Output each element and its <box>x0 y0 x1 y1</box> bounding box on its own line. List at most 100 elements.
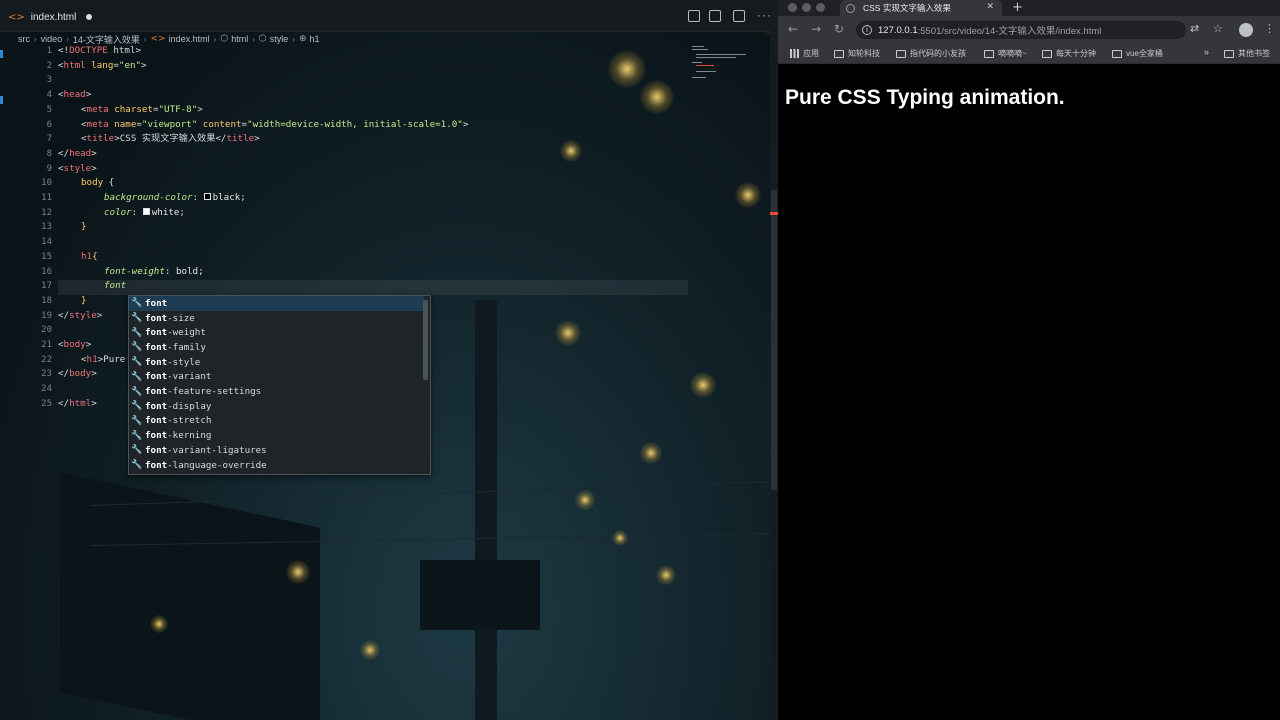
code-line: font-weight: bold; <box>104 265 204 277</box>
bookmark-folder[interactable]: 指代码的小友孩 <box>896 48 966 59</box>
property-icon: 🔧 <box>131 298 143 309</box>
line-number: 7 <box>46 134 52 145</box>
breadcrumb-item[interactable]: src <box>18 34 30 44</box>
new-tab-icon[interactable]: + <box>1012 0 1023 15</box>
scroll-marker <box>770 212 778 215</box>
scrollbar-thumb[interactable] <box>771 190 777 490</box>
info-icon[interactable]: i <box>862 25 872 35</box>
browser-titlebar: CSS 实现文字输入效果 ✕ + <box>778 0 1280 16</box>
color-swatch[interactable] <box>203 193 211 200</box>
suggestion-item[interactable]: 🔧 font -language-override <box>129 458 424 473</box>
code-line: <html lang="en"> <box>58 59 147 71</box>
property-icon: 🔧 <box>131 386 143 397</box>
url-host: 127.0.0.1 <box>878 24 918 36</box>
page-heading: Pure CSS Typing animation. <box>785 86 1065 109</box>
browser-tab[interactable]: CSS 实现文字输入效果 ✕ <box>840 0 1002 16</box>
element-icon: ⬡ <box>258 34 267 44</box>
element-icon: ⬡ <box>220 34 229 44</box>
menu-icon[interactable]: ⋮ <box>1264 22 1275 35</box>
maximize-window-icon[interactable] <box>816 3 825 12</box>
more-bookmarks-icon[interactable]: » <box>1204 47 1209 57</box>
translate-icon[interactable]: ⇄ <box>1190 22 1199 35</box>
current-line-highlight <box>58 280 688 295</box>
split-editor-icon[interactable] <box>733 10 745 22</box>
avatar[interactable] <box>1239 23 1253 37</box>
url-path: :5501/src/video/14-文字输入效果/index.html <box>917 26 1102 37</box>
code-line: <head> <box>58 89 92 101</box>
back-icon[interactable]: ← <box>788 22 798 36</box>
browser-tab-title: CSS 实现文字输入效果 <box>863 3 951 13</box>
line-number: 8 <box>46 148 52 159</box>
browser-window: CSS 实现文字输入效果 ✕ + ← → ↻ i 127.0.0.1:5501/… <box>778 0 1280 720</box>
property-icon: 🔧 <box>131 460 143 471</box>
suggestion-item[interactable]: 🔧 font -family <box>129 340 424 355</box>
line-number: 9 <box>46 163 52 174</box>
line-number: 6 <box>46 119 52 130</box>
suggestion-item[interactable]: 🔧 font -weight <box>129 325 424 340</box>
property-icon: 🔧 <box>131 357 143 368</box>
line-number: 2 <box>46 60 52 71</box>
folder-icon <box>1042 49 1052 58</box>
suggestions-scrollbar[interactable] <box>423 300 428 380</box>
line-number: 13 <box>41 222 52 233</box>
forward-icon[interactable]: → <box>811 22 821 36</box>
breadcrumb-item[interactable]: video <box>41 34 63 44</box>
line-number: 20 <box>41 325 52 336</box>
code-line: </head> <box>58 147 97 159</box>
open-changes-icon[interactable] <box>688 10 700 22</box>
bookmark-folder[interactable]: 嘀嘀嘀~ <box>984 48 1027 59</box>
suggestion-item[interactable]: 🔧 font -kerning <box>129 428 424 443</box>
tab-index-html[interactable]: <> index.html <box>8 6 93 28</box>
code-editor[interactable]: <> index.html ··· src › video › 14-文字输入效果 ›… <box>0 0 778 720</box>
unsaved-dot-icon <box>86 14 93 20</box>
line-number: 25 <box>41 398 52 409</box>
color-swatch[interactable] <box>142 207 150 215</box>
code-line: <h1>Pure <box>81 353 126 365</box>
editor-scrollbar[interactable] <box>770 0 778 720</box>
code-line: </style> <box>58 309 103 321</box>
bookmark-other[interactable]: 其他书签 <box>1224 48 1270 59</box>
suggestion-item[interactable]: 🔧 font -feature-settings <box>129 384 424 399</box>
reload-icon[interactable]: ↻ <box>834 22 844 36</box>
code-line: <title>CSS 实现文字输入效果</title> <box>81 133 260 145</box>
suggestion-item[interactable]: 🔧 font -variant-ligatures <box>129 443 424 458</box>
line-number: 17 <box>41 281 52 292</box>
line-number: 22 <box>41 354 52 365</box>
code-line: </html> <box>58 397 97 409</box>
html-file-icon: <> <box>8 11 25 23</box>
minimize-window-icon[interactable] <box>802 3 811 12</box>
bookmark-apps[interactable]: 应用 <box>790 48 819 59</box>
line-number: 3 <box>46 75 52 86</box>
property-icon: 🔧 <box>131 327 143 338</box>
bookmark-folder[interactable]: 每天十分钟 <box>1042 48 1096 59</box>
tab-label: index.html <box>30 11 77 23</box>
line-number: 12 <box>41 207 52 218</box>
bookmark-folder[interactable]: vue全家桶 <box>1112 48 1163 59</box>
property-icon: 🔧 <box>131 401 143 412</box>
folder-icon <box>1224 49 1234 58</box>
breadcrumb-item[interactable]: h1 <box>309 34 319 44</box>
close-window-icon[interactable] <box>788 3 797 12</box>
breadcrumb-item[interactable]: html <box>231 34 248 44</box>
address-bar[interactable]: i 127.0.0.1:5501/src/video/14-文字输入效果/ind… <box>856 21 1186 39</box>
autocomplete-suggestions[interactable]: 🔧 font 🔧 font -size 🔧 font -weight 🔧 font -fami… <box>128 295 431 475</box>
preview-icon[interactable] <box>709 10 721 22</box>
close-tab-icon[interactable]: ✕ <box>986 2 994 12</box>
suggestion-item[interactable]: 🔧 font -size <box>129 311 424 326</box>
property-icon: 🔧 <box>131 313 143 324</box>
minimap[interactable] <box>692 44 772 84</box>
bookmark-star-icon[interactable]: ☆ <box>1213 22 1223 35</box>
suggestion-item[interactable]: 🔧 font -style <box>129 355 424 370</box>
suggestion-item[interactable]: 🔧 font -display <box>129 399 424 414</box>
code-line-current[interactable]: font <box>104 279 126 294</box>
bookmark-folder[interactable]: 知轮科技 <box>834 48 880 59</box>
folder-icon <box>1112 49 1122 58</box>
folder-icon <box>834 49 844 58</box>
property-icon: 🔧 <box>131 342 143 353</box>
code-line: color: white; <box>104 206 185 218</box>
suggestion-item[interactable]: 🔧 font -stretch <box>129 414 424 429</box>
breadcrumb-item[interactable]: index.html <box>169 34 210 44</box>
breadcrumb-item[interactable]: style <box>270 34 289 44</box>
suggestion-item[interactable]: 🔧 font <box>129 296 424 311</box>
suggestion-item[interactable]: 🔧 font -variant <box>129 370 424 385</box>
